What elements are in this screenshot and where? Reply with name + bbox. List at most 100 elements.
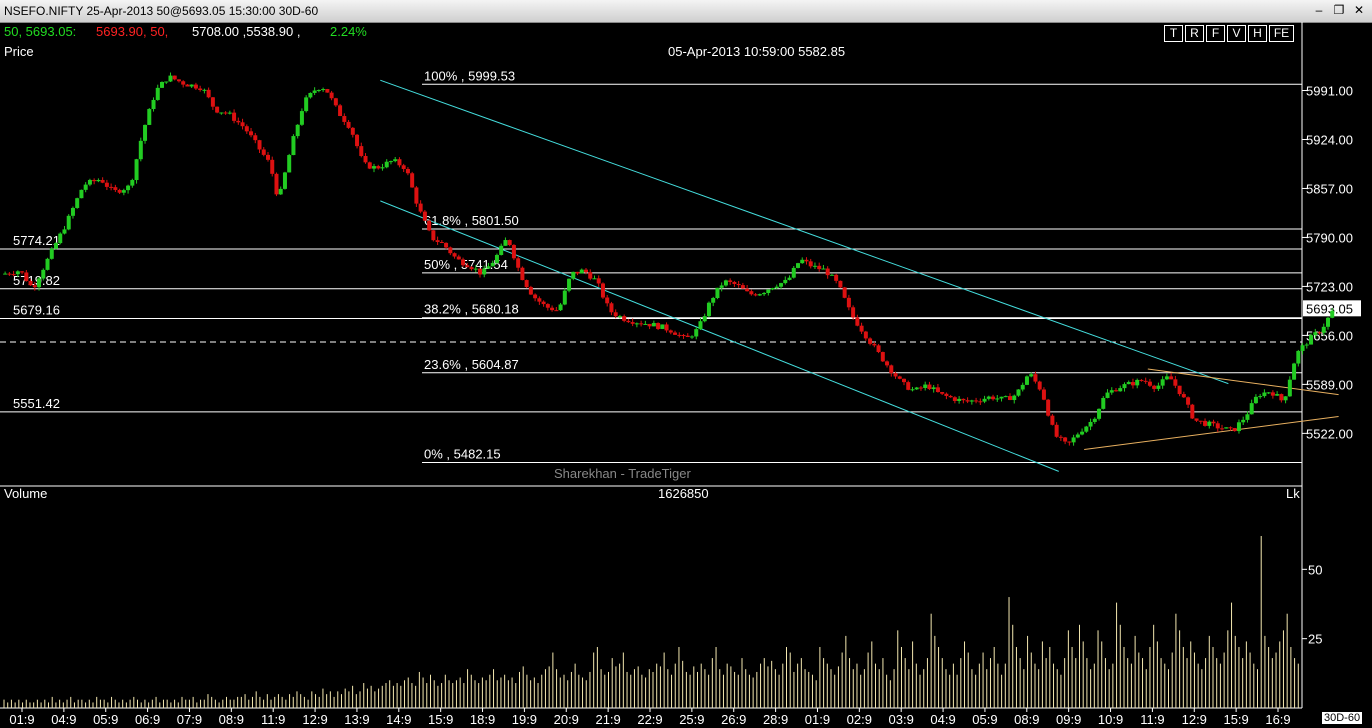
channel-lower-line — [380, 200, 1059, 472]
candle-body — [1249, 403, 1254, 415]
candle-body — [100, 179, 105, 183]
candle-body — [1135, 379, 1140, 386]
candle-body — [647, 323, 652, 327]
candle-body — [181, 81, 186, 85]
candle-body — [834, 274, 839, 281]
x-tick-label: 28:9 — [763, 712, 788, 727]
candle-body — [1114, 390, 1118, 392]
candle-body — [1275, 394, 1280, 396]
candle-body — [41, 269, 46, 279]
candle-body — [1207, 421, 1212, 426]
candle-body — [444, 242, 449, 248]
candle-body — [1156, 385, 1161, 389]
candle-body — [694, 329, 699, 337]
candle-body — [164, 81, 169, 83]
candle-body — [325, 89, 330, 93]
candle-body — [223, 112, 228, 114]
candle-body — [1190, 404, 1195, 419]
candle-body — [189, 84, 194, 87]
candle-body — [257, 140, 262, 150]
candle-body — [1020, 384, 1025, 390]
candle-body — [1016, 389, 1021, 396]
candle-body — [1063, 437, 1068, 442]
candle-body — [617, 316, 622, 318]
candle-body — [3, 273, 8, 275]
fib-label: 38.2% , 5680.18 — [424, 302, 519, 317]
candle-body — [986, 396, 991, 399]
candle-body — [740, 285, 745, 289]
candle-body — [75, 198, 80, 208]
y-tick-label: 5589.00 — [1306, 377, 1353, 392]
candle-body — [757, 294, 762, 296]
candle-body — [1105, 392, 1110, 398]
candle-body — [1283, 396, 1288, 401]
candle-body — [715, 287, 720, 299]
candle-body — [198, 88, 203, 91]
candle-body — [1071, 437, 1076, 443]
candle-body — [876, 345, 881, 353]
x-tick-label: 05:9 — [972, 712, 997, 727]
fib-label: 100% , 5999.53 — [424, 68, 515, 83]
candle-body — [202, 89, 207, 91]
candle-body — [478, 268, 482, 275]
candle-body — [138, 140, 143, 160]
candle-body — [643, 323, 648, 325]
candle-body — [1139, 379, 1144, 381]
channel-upper-line — [380, 79, 1229, 385]
triangle-lower-line — [1084, 416, 1339, 450]
candle-body — [550, 307, 555, 311]
candle-body — [558, 304, 563, 311]
candle-body — [1224, 427, 1229, 429]
candle-body — [70, 207, 75, 216]
candle-body — [762, 293, 767, 295]
x-tick-label: 11:9 — [1140, 712, 1164, 727]
price-volume-chart[interactable]: 5991.00 5924.00 5857.00 5790.00 5723.00 5656.… — [0, 0, 1372, 728]
candle-body — [681, 335, 686, 337]
candle-body — [104, 182, 109, 187]
candle-body — [45, 258, 50, 270]
x-tick-label: 15:9 — [428, 712, 453, 727]
candle-body — [931, 387, 936, 390]
candle-body — [1292, 363, 1297, 380]
candle-body — [1041, 389, 1046, 400]
x-tick-label: 26:9 — [721, 712, 746, 727]
candle-body — [520, 267, 525, 281]
candle-body — [902, 378, 906, 383]
candle-body — [1046, 399, 1051, 416]
candle-body — [728, 280, 733, 282]
candle-body — [957, 398, 962, 401]
candle-body — [893, 373, 898, 377]
candle-body — [1037, 381, 1042, 390]
candle-body — [723, 280, 728, 286]
x-tick-label: 04:9 — [51, 712, 76, 727]
candle-body — [401, 165, 406, 169]
candle-body — [626, 320, 631, 323]
candle-body — [121, 190, 126, 193]
fib-label: 0% , 5482.15 — [424, 446, 501, 461]
candle-body — [266, 154, 270, 160]
candle-body — [965, 400, 970, 402]
x-tick-label: 13:9 — [344, 712, 369, 727]
candle-body — [388, 161, 393, 163]
candle-body — [261, 149, 266, 155]
candle-body — [995, 398, 1000, 400]
candle-body — [829, 274, 834, 276]
candle-body — [1152, 385, 1157, 389]
candle-body — [1330, 310, 1335, 318]
fib-label: 23.6% , 5604.87 — [424, 357, 519, 372]
candle-body — [634, 323, 639, 325]
candle-body — [494, 254, 499, 263]
candle-body — [541, 301, 546, 305]
candle-body — [787, 277, 792, 280]
y-tick-label: 5790.00 — [1306, 230, 1353, 245]
candle-body — [940, 392, 945, 394]
candle-body — [227, 112, 232, 114]
candle-body — [851, 307, 856, 318]
candle-body — [32, 285, 37, 288]
candle-body — [130, 180, 135, 186]
candle-body — [804, 259, 809, 262]
level-label: 5679.16 — [13, 302, 60, 317]
candle-body — [1313, 332, 1318, 336]
candle-body — [405, 168, 410, 174]
candle-body — [1279, 394, 1284, 401]
